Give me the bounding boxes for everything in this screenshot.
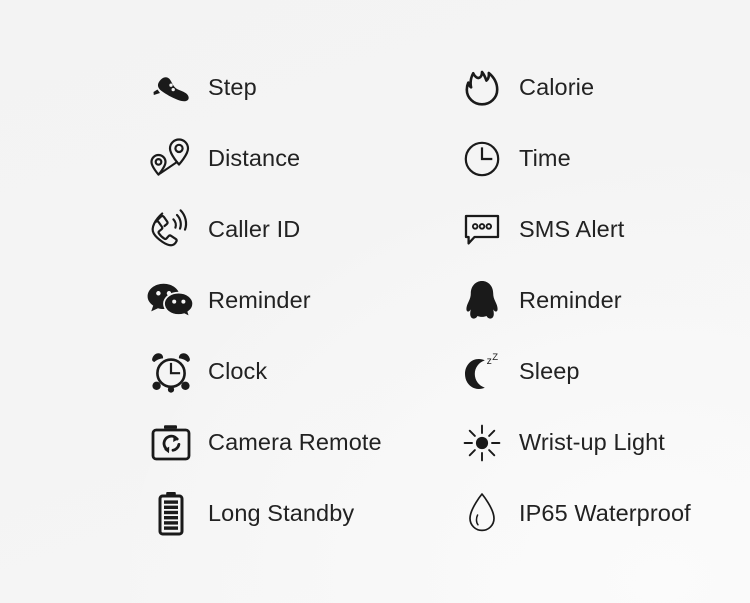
- feature-item-reminder-qq[interactable]: Reminder: [445, 265, 750, 336]
- feature-label: Sleep: [519, 357, 580, 384]
- feature-item-distance[interactable]: Distance: [140, 123, 445, 194]
- feature-label: Caller ID: [208, 215, 301, 242]
- svg-text:Z: Z: [492, 352, 498, 363]
- svg-text:z: z: [487, 355, 492, 367]
- feature-item-step[interactable]: Step: [140, 52, 445, 123]
- feature-item-reminder-wechat[interactable]: Reminder: [140, 265, 445, 336]
- phone-ringing-icon: [140, 202, 202, 258]
- feature-item-long-standby[interactable]: Long Standby: [140, 478, 445, 549]
- map-pins-distance-icon: [140, 131, 202, 187]
- feature-item-ip65-waterproof[interactable]: IP65 Waterproof: [445, 478, 750, 549]
- sms-bubble-icon: [451, 202, 513, 258]
- feature-item-sleep[interactable]: z Z Sleep: [445, 336, 750, 407]
- feature-item-camera-remote[interactable]: Camera Remote: [140, 407, 445, 478]
- qq-penguin-icon: [451, 273, 513, 329]
- flame-icon: [451, 60, 513, 116]
- feature-label: Reminder: [208, 286, 311, 313]
- feature-item-clock[interactable]: Clock: [140, 336, 445, 407]
- feature-label: Step: [208, 73, 257, 100]
- feature-label: Reminder: [519, 286, 622, 313]
- wechat-icon: [140, 273, 202, 329]
- alarm-clock-icon: [140, 344, 202, 400]
- feature-label: Calorie: [519, 73, 595, 100]
- feature-grid: Step Calorie Distance Time Caller ID SMS…: [0, 0, 750, 603]
- feature-board: Step Calorie Distance Time Caller ID SMS…: [0, 0, 750, 603]
- shoe-icon: [140, 60, 202, 116]
- sun-brightness-icon: [451, 415, 513, 471]
- feature-label: Distance: [208, 144, 301, 171]
- water-drop-icon: [451, 486, 513, 542]
- feature-item-caller-id[interactable]: Caller ID: [140, 194, 445, 265]
- feature-item-time[interactable]: Time: [445, 123, 750, 194]
- feature-label: Camera Remote: [208, 428, 382, 455]
- moon-sleep-icon: z Z: [451, 344, 513, 400]
- battery-icon: [140, 486, 202, 542]
- feature-item-wrist-up-light[interactable]: Wrist-up Light: [445, 407, 750, 478]
- feature-label: Time: [519, 144, 571, 171]
- feature-label: Wrist-up Light: [519, 428, 665, 455]
- feature-label: SMS Alert: [519, 215, 625, 242]
- clock-icon: [451, 131, 513, 187]
- feature-label: Long Standby: [208, 499, 355, 526]
- feature-item-calorie[interactable]: Calorie: [445, 52, 750, 123]
- feature-item-sms-alert[interactable]: SMS Alert: [445, 194, 750, 265]
- camera-remote-icon: [140, 415, 202, 471]
- feature-label: Clock: [208, 357, 268, 384]
- feature-label: IP65 Waterproof: [519, 499, 691, 526]
